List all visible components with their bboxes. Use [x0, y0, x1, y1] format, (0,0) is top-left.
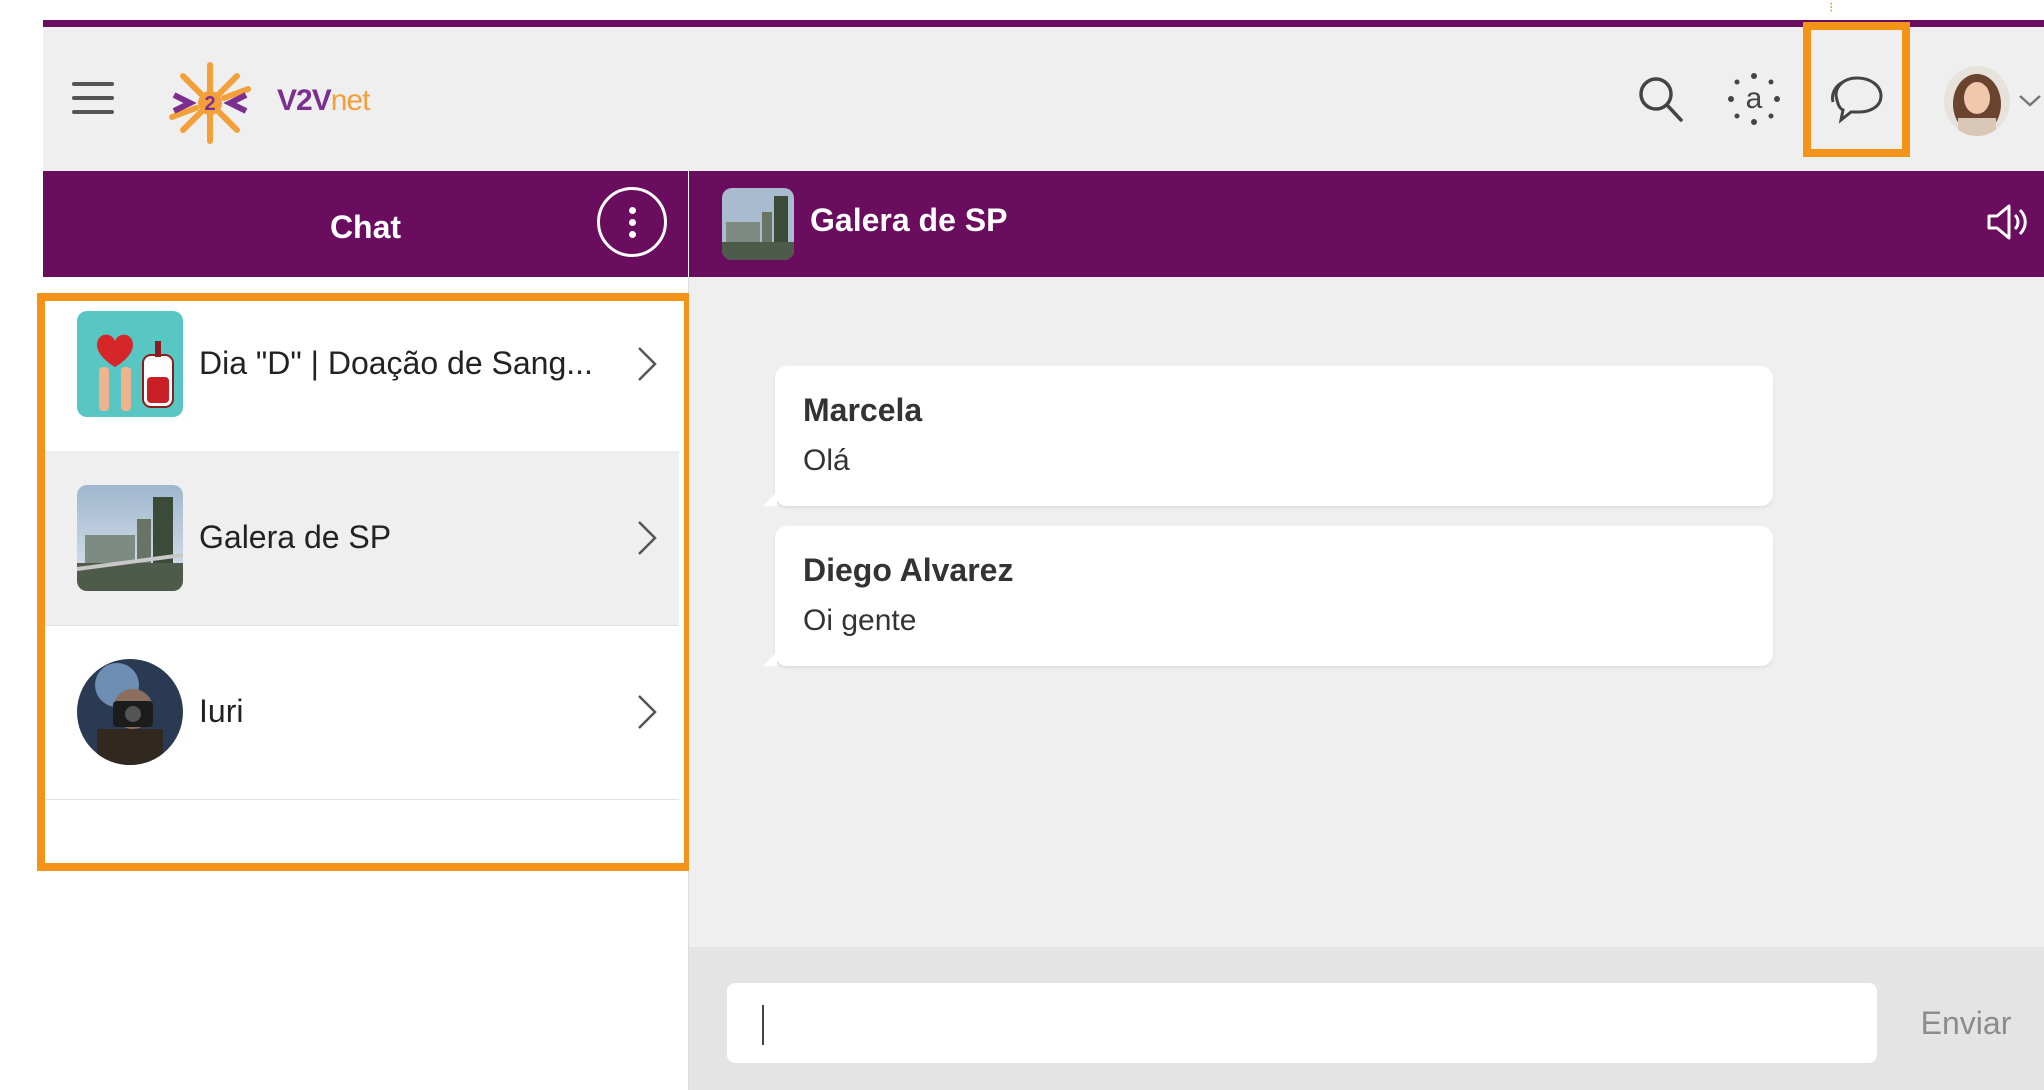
accessibility-icon[interactable]: a — [1727, 72, 1781, 126]
search-icon[interactable] — [1636, 74, 1684, 124]
chat-icon-highlight — [1803, 22, 1910, 157]
blood-donation-image — [77, 311, 183, 417]
chevron-right-icon — [638, 695, 657, 729]
more-vertical-icon[interactable] — [597, 187, 667, 257]
conversation-item[interactable]: Galera de SP — [43, 451, 679, 626]
message-input[interactable] — [727, 983, 1877, 1063]
svg-text:a: a — [1746, 82, 1763, 115]
profile-avatar[interactable] — [1944, 66, 2010, 136]
sidebar-title: Chat — [329, 209, 402, 245]
top-accent-line — [43, 20, 2044, 27]
chevron-down-icon[interactable] — [2016, 90, 2044, 110]
city-skyline-image — [77, 485, 183, 591]
room-avatar — [722, 188, 794, 260]
speaker-icon[interactable] — [1985, 198, 2033, 246]
message-text: Oi gente — [803, 604, 917, 637]
message-bubble: Marcela Olá — [763, 366, 1773, 506]
conversation-name: Iuri — [199, 693, 244, 729]
conversation-name: Dia "D" | Doação de Sang... — [199, 345, 593, 381]
message-author: Marcela — [803, 392, 923, 428]
menu-icon[interactable] — [70, 74, 118, 122]
callout-marker: ⁝ — [1829, 0, 1834, 15]
send-button[interactable]: Enviar — [1896, 983, 2036, 1063]
chevron-right-icon — [638, 521, 657, 555]
logo-mark: 2 — [204, 93, 215, 115]
conversation-item[interactable]: Dia "D" | Doação de Sang... — [43, 277, 679, 452]
person-avatar — [77, 659, 183, 765]
logo-text: V2Vnet — [277, 84, 371, 118]
conversation-item[interactable]: Iuri — [43, 625, 679, 800]
chevron-right-icon — [638, 347, 657, 381]
logo-text-suffix: net — [330, 84, 371, 117]
room-title: Galera de SP — [810, 202, 1008, 238]
conversation-name: Galera de SP — [199, 519, 392, 555]
message-text: Olá — [803, 444, 850, 477]
message-author: Diego Alvarez — [803, 552, 1014, 588]
text-cursor — [762, 1005, 764, 1045]
message-bubble: Diego Alvarez Oi gente — [763, 526, 1773, 666]
logo-text-main: V2V — [277, 84, 332, 117]
